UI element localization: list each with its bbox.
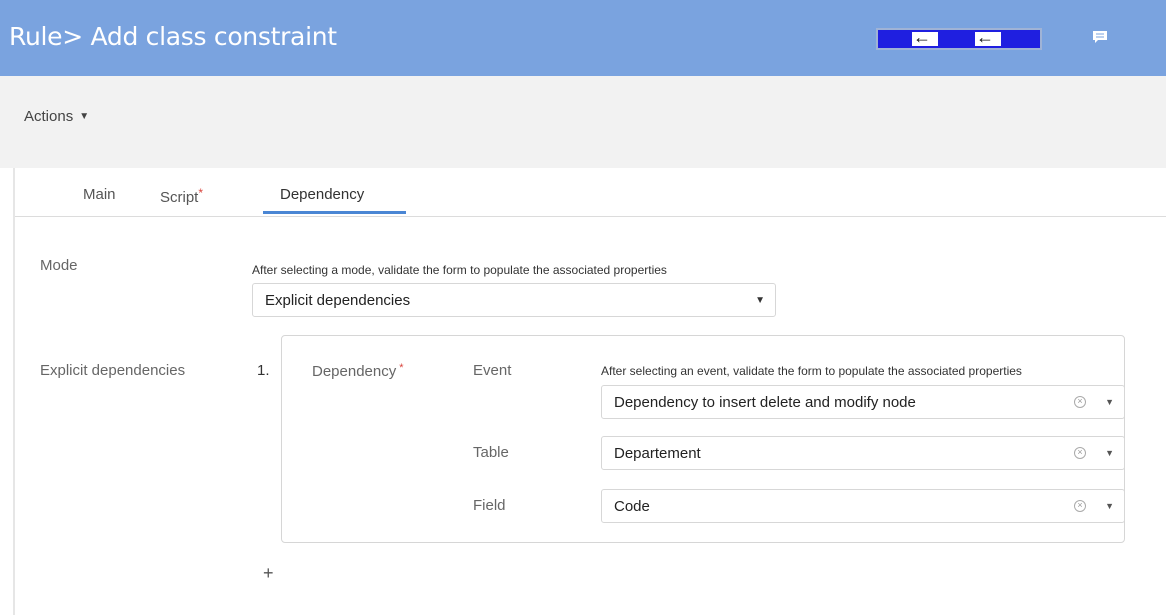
field-select-value: Code xyxy=(614,498,650,515)
clear-icon[interactable]: × xyxy=(1074,500,1086,512)
active-tab-indicator xyxy=(263,211,406,214)
mode-hint: After selecting a mode, validate the for… xyxy=(252,263,667,277)
dropdown-arrow-icon[interactable]: ▼ xyxy=(1105,397,1114,407)
event-select[interactable]: Dependency to insert delete and modify n… xyxy=(601,385,1125,419)
tab-main[interactable]: Main xyxy=(83,186,116,203)
required-marker: * xyxy=(399,362,404,374)
clear-icon[interactable]: × xyxy=(1074,447,1086,459)
dropdown-arrow-icon[interactable]: ▼ xyxy=(1105,448,1114,458)
actions-label: Actions xyxy=(24,108,74,125)
actions-menu-button[interactable]: Actions ▼ xyxy=(24,108,89,125)
add-dependency-button[interactable]: + xyxy=(263,563,274,584)
event-select-value: Dependency to insert delete and modify n… xyxy=(614,394,916,411)
dependency-index: 1. xyxy=(257,362,270,379)
page-title: Rule> Add class constraint xyxy=(9,22,337,51)
panel-border xyxy=(13,168,15,615)
tab-main-label: Main xyxy=(83,186,116,203)
action-bar xyxy=(0,76,1166,168)
event-hint: After selecting an event, validate the f… xyxy=(601,364,1022,378)
tab-script-label: Script xyxy=(160,189,199,206)
left-arrow-icon: ← xyxy=(912,27,938,47)
tab-dependency[interactable]: Dependency xyxy=(280,186,364,203)
dependency-label: Dependency * xyxy=(312,362,404,380)
chat-bubble-icon[interactable] xyxy=(1092,30,1108,44)
dropdown-arrow-icon: ▼ xyxy=(755,295,765,306)
mode-label: Mode xyxy=(40,257,78,274)
tab-script[interactable]: Script* xyxy=(160,186,203,206)
table-select[interactable]: Departement × ▼ xyxy=(601,436,1125,470)
caret-down-icon: ▼ xyxy=(79,111,90,122)
mode-select[interactable]: Explicit dependencies ▼ xyxy=(252,283,776,317)
flow-indicator: ← ← xyxy=(876,27,1042,50)
table-label: Table xyxy=(473,444,509,461)
field-select[interactable]: Code × ▼ xyxy=(601,489,1125,523)
clear-icon[interactable]: × xyxy=(1074,396,1086,408)
event-label: Event xyxy=(473,362,512,379)
required-marker: * xyxy=(198,186,204,200)
title-bar: Rule> Add class constraint ← ← xyxy=(0,0,1166,76)
field-label: Field xyxy=(473,497,506,514)
left-arrow-icon: ← xyxy=(975,27,1001,47)
tab-bar: Main Script* Dependency xyxy=(15,168,1166,217)
explicit-dependencies-label: Explicit dependencies xyxy=(40,362,186,379)
mode-select-value: Explicit dependencies xyxy=(265,292,411,309)
table-select-value: Departement xyxy=(614,445,701,462)
dropdown-arrow-icon[interactable]: ▼ xyxy=(1105,501,1114,511)
tab-dependency-label: Dependency xyxy=(280,186,365,203)
